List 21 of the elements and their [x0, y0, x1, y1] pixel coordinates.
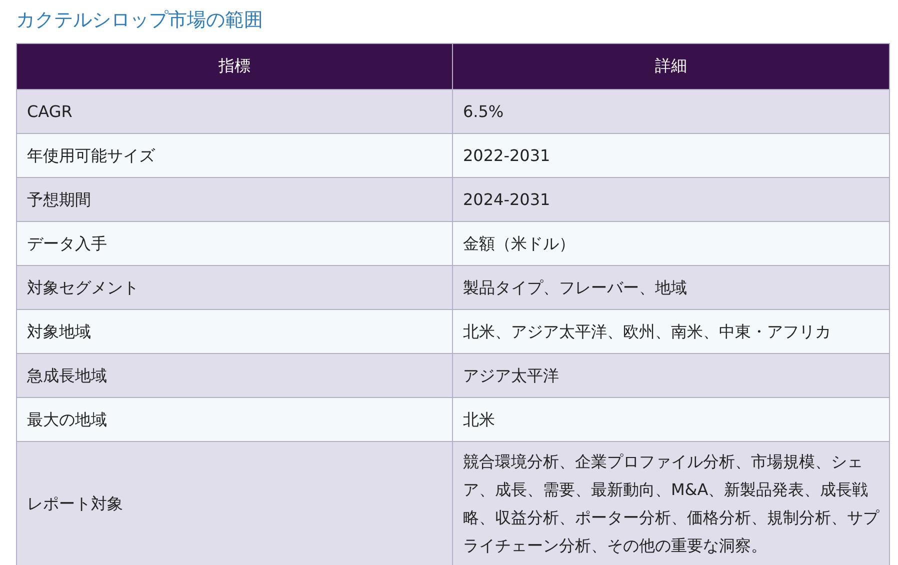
- table-cell: 急成長地域: [16, 354, 452, 398]
- table-cell: 6.5%: [452, 90, 890, 134]
- table-cell: 北米、アジア太平洋、欧州、南米、中東・アフリカ: [452, 310, 890, 354]
- section-title: カクテルシロップ市場の範囲: [16, 8, 264, 33]
- table-cell: 最大の地域: [16, 398, 452, 442]
- table-cell: 製品タイプ、フレーバー、地域: [452, 266, 890, 310]
- table-cell: 金額（米ドル）: [452, 222, 890, 266]
- table-cell: 北米: [452, 398, 890, 442]
- table-cell: 対象セグメント: [16, 266, 452, 310]
- table-cell: 2024-2031: [452, 178, 890, 222]
- table-cell: 年使用可能サイズ: [16, 134, 452, 178]
- table-cell: 対象地域: [16, 310, 452, 354]
- table-cell: CAGR: [16, 90, 452, 134]
- column-header: 指標: [16, 44, 452, 90]
- column-header: 詳細: [452, 44, 890, 90]
- table-cell: データ入手: [16, 222, 452, 266]
- table-cell: 2022-2031: [452, 134, 890, 178]
- table-cell: 予想期間: [16, 178, 452, 222]
- table-cell: 競合環境分析、企業プロファイル分析、市場規模、シェア、成長、需要、最新動向、M&A、新製品発表、成長戦略、収益分析、ポーター分析、価格分析、規制分析、サプライチェーン分析、その他の重要な洞察。: [452, 442, 890, 565]
- table-cell: レポート対象: [16, 442, 452, 565]
- table-cell: アジア太平洋: [452, 354, 890, 398]
